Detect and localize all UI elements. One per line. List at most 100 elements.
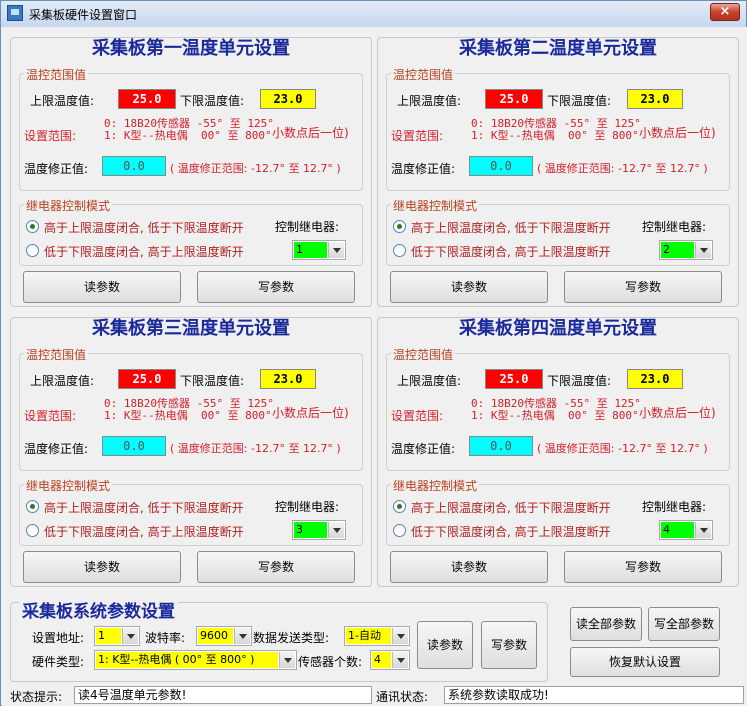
write-params-button[interactable]: 写参数 xyxy=(564,551,722,583)
relay-select[interactable]: 4 xyxy=(659,520,713,540)
upper-value-input[interactable]: 25.0 xyxy=(485,369,543,389)
unit-title: 采集板第一温度单元设置 xyxy=(11,34,371,60)
relay-label: 控制继电器: xyxy=(642,500,707,514)
send-label: 数据发送类型: xyxy=(253,631,330,645)
corr-label: 温度修正值: xyxy=(24,162,89,176)
range-line-2: 1: K型--热电偶 00° 至 800° xyxy=(471,409,639,422)
hw-select[interactable]: 1: K型--热电偶 ( 00° 至 800° ) xyxy=(94,650,297,670)
range-line-2: 1: K型--热电偶 00° 至 800° xyxy=(104,129,272,142)
upper-value-input[interactable]: 25.0 xyxy=(118,89,176,109)
write-params-button[interactable]: 写参数 xyxy=(197,271,355,303)
status-bar: 状态提示: 读4号温度单元参数! 通讯状态: 系统参数读取成功! xyxy=(2,684,747,706)
relay-mode-2-label[interactable]: 低于下限温度闭合, 高于上限温度断开 xyxy=(411,243,611,260)
write-all-button[interactable]: 写全部参数 xyxy=(648,607,720,641)
addr-label: 设置地址: xyxy=(32,631,85,645)
relay-mode-2-label[interactable]: 低于下限温度闭合, 高于上限温度断开 xyxy=(44,523,244,540)
sensor-select[interactable]: 4 xyxy=(370,650,410,670)
relay-mode-2-radio[interactable] xyxy=(26,524,39,537)
system-panel: 采集板系统参数设置 设置地址: 1 波特率: 9600 数据发送类型: 1-自动… xyxy=(10,597,548,682)
addr-value: 1 xyxy=(96,628,121,644)
relay-mode-1-radio[interactable] xyxy=(26,500,39,513)
relay-mode-2-label[interactable]: 低于下限温度闭合, 高于上限温度断开 xyxy=(44,243,244,260)
relay-mode-2-label[interactable]: 低于下限温度闭合, 高于上限温度断开 xyxy=(411,523,611,540)
relay-mode-2-radio[interactable] xyxy=(393,524,406,537)
lower-value-input[interactable]: 23.0 xyxy=(627,89,683,109)
relay-mode-2-radio[interactable] xyxy=(393,244,406,257)
read-params-button[interactable]: 读参数 xyxy=(23,551,181,583)
corr-label: 温度修正值: xyxy=(24,442,89,456)
relay-value: 2 xyxy=(661,242,694,258)
relay-mode-1-label[interactable]: 高于上限温度闭合, 低于下限温度断开 xyxy=(411,219,611,236)
system-read-button[interactable]: 读参数 xyxy=(417,621,473,669)
relay-select[interactable]: 2 xyxy=(659,240,713,260)
relay-mode-group: 继电器控制模式 高于上限温度闭合, 低于下限温度断开 低于下限温度闭合, 高于上… xyxy=(19,477,363,546)
group-label: 温控范围值 xyxy=(24,66,89,83)
range-label: 设置范围: xyxy=(391,129,444,143)
temp-range-group: 温控范围值 上限温度值: 25.0 下限温度值: 23.0 设置范围: 0: 1… xyxy=(19,66,363,191)
title-bar: 采集板硬件设置窗口 × xyxy=(1,1,746,27)
chevron-down-icon[interactable] xyxy=(695,242,711,258)
relay-select[interactable]: 3 xyxy=(292,520,346,540)
close-button[interactable]: × xyxy=(710,3,740,21)
chevron-down-icon[interactable] xyxy=(234,628,250,644)
lower-value-input[interactable]: 23.0 xyxy=(627,369,683,389)
relay-value: 1 xyxy=(294,242,327,258)
chevron-down-icon[interactable] xyxy=(122,628,138,644)
read-params-button[interactable]: 读参数 xyxy=(390,271,548,303)
relay-mode-group: 继电器控制模式 高于上限温度闭合, 低于下限温度断开 低于下限温度闭合, 高于上… xyxy=(386,477,730,546)
chevron-down-icon[interactable] xyxy=(279,652,295,668)
send-select[interactable]: 1-自动 xyxy=(344,626,410,646)
group-label: 温控范围值 xyxy=(391,346,456,363)
comm-status-value: 系统参数读取成功! xyxy=(444,686,744,704)
corr-label: 温度修正值: xyxy=(391,162,456,176)
group-label: 继电器控制模式 xyxy=(391,197,480,214)
corr-value-input[interactable]: 0.0 xyxy=(102,156,166,176)
read-params-button[interactable]: 读参数 xyxy=(390,551,548,583)
relay-value: 4 xyxy=(661,522,694,538)
lower-value-input[interactable]: 23.0 xyxy=(260,89,316,109)
window-title: 采集板硬件设置窗口 xyxy=(29,8,138,22)
chevron-down-icon[interactable] xyxy=(328,522,344,538)
write-params-button[interactable]: 写参数 xyxy=(564,271,722,303)
restore-defaults-button[interactable]: 恢复默认设置 xyxy=(570,647,720,677)
upper-value-input[interactable]: 25.0 xyxy=(485,89,543,109)
chevron-down-icon[interactable] xyxy=(392,628,408,644)
hw-label: 硬件类型: xyxy=(32,655,85,669)
corr-value-input[interactable]: 0.0 xyxy=(469,436,533,456)
read-all-button[interactable]: 读全部参数 xyxy=(570,607,642,641)
corr-range: ( 温度修正范围: -12.7° 至 12.7° ) xyxy=(170,162,341,175)
relay-mode-1-label[interactable]: 高于上限温度闭合, 低于下限温度断开 xyxy=(44,219,244,236)
range-label: 设置范围: xyxy=(24,409,77,423)
read-params-button[interactable]: 读参数 xyxy=(23,271,181,303)
lower-value-input[interactable]: 23.0 xyxy=(260,369,316,389)
upper-label: 上限温度值: xyxy=(30,374,95,388)
relay-label: 控制继电器: xyxy=(642,220,707,234)
chevron-down-icon[interactable] xyxy=(328,242,344,258)
baud-select[interactable]: 9600 xyxy=(196,626,252,646)
relay-mode-1-label[interactable]: 高于上限温度闭合, 低于下限温度断开 xyxy=(44,499,244,516)
corr-value-input[interactable]: 0.0 xyxy=(469,156,533,176)
relay-label: 控制继电器: xyxy=(275,220,340,234)
relay-mode-1-radio[interactable] xyxy=(26,220,39,233)
upper-value-input[interactable]: 25.0 xyxy=(118,369,176,389)
chevron-down-icon[interactable] xyxy=(392,652,408,668)
relay-mode-1-radio[interactable] xyxy=(393,220,406,233)
relay-mode-2-radio[interactable] xyxy=(26,244,39,257)
relay-mode-1-radio[interactable] xyxy=(393,500,406,513)
chevron-down-icon[interactable] xyxy=(695,522,711,538)
hw-value: 1: K型--热电偶 ( 00° 至 800° ) xyxy=(96,652,278,668)
status-hint-label: 状态提示: xyxy=(10,690,63,704)
write-params-button[interactable]: 写参数 xyxy=(197,551,355,583)
range-label: 设置范围: xyxy=(391,409,444,423)
corr-value-input[interactable]: 0.0 xyxy=(102,436,166,456)
unit-title: 采集板第四温度单元设置 xyxy=(378,314,738,340)
lower-label: 下限温度值: xyxy=(180,374,245,388)
corr-range: ( 温度修正范围: -12.7° 至 12.7° ) xyxy=(537,162,708,175)
group-label: 继电器控制模式 xyxy=(391,477,480,494)
system-write-button[interactable]: 写参数 xyxy=(481,621,537,669)
addr-select[interactable]: 1 xyxy=(94,626,140,646)
app-icon xyxy=(7,5,23,21)
content-area: 采集板系统参数设置 设置地址: 1 波特率: 9600 数据发送类型: 1-自动… xyxy=(2,27,747,706)
relay-mode-1-label[interactable]: 高于上限温度闭合, 低于下限温度断开 xyxy=(411,499,611,516)
relay-select[interactable]: 1 xyxy=(292,240,346,260)
